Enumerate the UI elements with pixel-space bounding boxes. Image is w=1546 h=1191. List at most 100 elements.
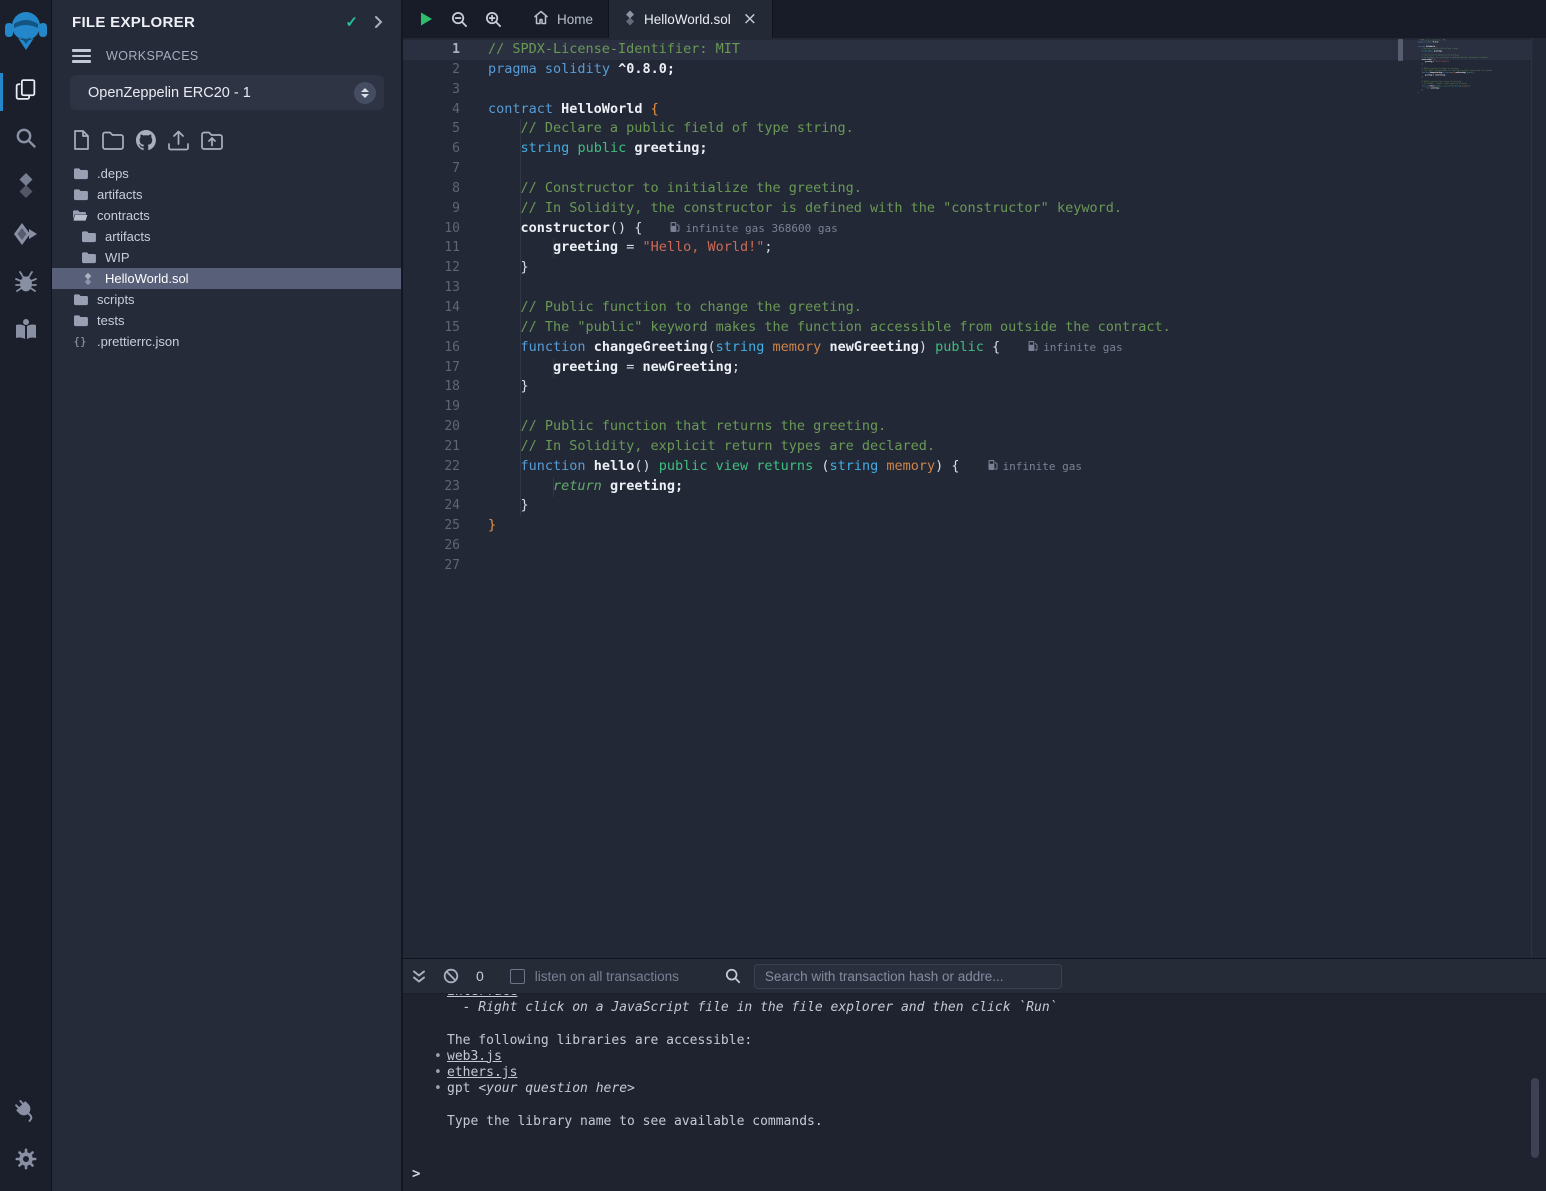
solidity-file-icon bbox=[624, 10, 636, 29]
tree-item-label: WIP bbox=[105, 250, 130, 265]
line-number: 25 bbox=[403, 516, 460, 536]
file-explorer-icon bbox=[13, 77, 38, 107]
line-number: 18 bbox=[403, 377, 460, 397]
code-line: } bbox=[488, 258, 1171, 278]
editor-topbar: Home HelloWorld.sol × bbox=[403, 0, 1546, 38]
terminal-link[interactable]: web3.js bbox=[447, 1049, 502, 1064]
panel-title: FILE EXPLORER bbox=[72, 14, 345, 31]
line-number: 10 bbox=[403, 219, 460, 239]
chevron-right-icon[interactable] bbox=[374, 15, 383, 29]
code-line bbox=[488, 80, 1171, 100]
line-number: 3 bbox=[403, 80, 460, 100]
tree-item--deps[interactable]: .deps bbox=[52, 163, 401, 184]
listen-transactions-checkbox[interactable] bbox=[510, 969, 525, 984]
terminal-line: Type the library name to see available c… bbox=[403, 1114, 1546, 1130]
transaction-count: 0 bbox=[476, 968, 484, 984]
check-icon[interactable]: ✓ bbox=[345, 13, 358, 31]
code-line: greeting = newGreeting; bbox=[488, 358, 1171, 378]
upload-file-icon[interactable] bbox=[167, 130, 190, 151]
sidebar-item-plugin-manager[interactable] bbox=[0, 1089, 52, 1137]
minimap-content: // SPDX-License-Identifier: MITpragma so… bbox=[1418, 39, 1530, 98]
tree-item-artifacts[interactable]: artifacts bbox=[52, 184, 401, 205]
sidebar-item-deploy-run[interactable] bbox=[0, 212, 52, 260]
code-line: function changeGreeting(string memory ne… bbox=[488, 338, 1171, 358]
sidebar-item-solidity-compiler[interactable] bbox=[0, 164, 52, 212]
indent-guide bbox=[553, 358, 554, 378]
line-number: 15 bbox=[403, 318, 460, 338]
tree-item-helloworld-sol[interactable]: HelloWorld.sol bbox=[52, 268, 401, 289]
tree-item-label: artifacts bbox=[105, 229, 151, 244]
zoom-out-icon[interactable] bbox=[451, 11, 468, 28]
tree-item-artifacts[interactable]: artifacts bbox=[52, 226, 401, 247]
terminal-line bbox=[403, 1016, 1546, 1032]
line-number: 12 bbox=[403, 258, 460, 278]
learneth-icon bbox=[13, 317, 39, 348]
remix-logo[interactable] bbox=[4, 7, 48, 58]
clone-github-icon[interactable] bbox=[135, 129, 157, 151]
code-line: // Constructor to initialize the greetin… bbox=[488, 179, 1171, 199]
code-line: return greeting; bbox=[488, 477, 1171, 497]
gas-estimate-widget[interactable]: infinite gas bbox=[988, 460, 1082, 473]
line-number: 4 bbox=[403, 100, 460, 120]
terminal-output: interface - Right click on a JavaScript … bbox=[403, 994, 1546, 1130]
folder-open-icon bbox=[72, 209, 88, 222]
code-line: // The "public" keyword makes the functi… bbox=[488, 318, 1171, 338]
upload-folder-icon[interactable] bbox=[200, 130, 224, 150]
line-number: 17 bbox=[403, 358, 460, 378]
code-line: } bbox=[488, 496, 1171, 516]
run-script-button[interactable] bbox=[418, 11, 434, 27]
tree-item-tests[interactable]: tests bbox=[52, 310, 401, 331]
line-number: 8 bbox=[403, 179, 460, 199]
collapse-terminal-icon[interactable] bbox=[412, 969, 426, 984]
sidebar-item-debugger[interactable] bbox=[0, 260, 52, 308]
gas-estimate-widget[interactable]: infinite gas 368600 gas bbox=[670, 222, 837, 235]
tree-item-contracts[interactable]: contracts bbox=[52, 205, 401, 226]
bullet-icon: • bbox=[434, 1049, 442, 1065]
line-number: 19 bbox=[403, 397, 460, 417]
tab-home[interactable]: Home bbox=[518, 0, 609, 38]
line-number: 13 bbox=[403, 278, 460, 298]
terminal-scrollbar-thumb[interactable] bbox=[1531, 1078, 1539, 1158]
code-line: // Public function that returns the gree… bbox=[488, 417, 1171, 437]
line-number: 14 bbox=[403, 298, 460, 318]
line-number: 9 bbox=[403, 199, 460, 219]
tree-item-label: .prettierrc.json bbox=[97, 334, 179, 349]
sidebar-item-learneth[interactable] bbox=[0, 308, 52, 356]
zoom-in-icon[interactable] bbox=[485, 11, 502, 28]
new-folder-icon[interactable] bbox=[101, 130, 125, 150]
sidebar-item-search[interactable] bbox=[0, 116, 52, 164]
workspace-select[interactable]: OpenZeppelin ERC20 - 1 bbox=[70, 75, 384, 110]
close-tab-icon[interactable]: × bbox=[743, 11, 757, 28]
line-number: 24 bbox=[403, 496, 460, 516]
tree-item-label: .deps bbox=[97, 166, 129, 181]
tree-item-wip[interactable]: WIP bbox=[52, 247, 401, 268]
editor-scrollbar-thumb[interactable] bbox=[1398, 39, 1403, 61]
new-file-icon[interactable] bbox=[72, 129, 91, 151]
search-icon bbox=[14, 126, 38, 155]
editor-area: Home HelloWorld.sol × 123456789101112131… bbox=[403, 0, 1546, 1191]
tree-item-label: artifacts bbox=[97, 187, 143, 202]
sidebar-item-settings[interactable] bbox=[0, 1137, 52, 1185]
solidity-file-icon bbox=[80, 272, 96, 286]
line-number: 23 bbox=[403, 477, 460, 497]
line-number: 27 bbox=[403, 556, 460, 576]
code-line: } bbox=[488, 516, 1171, 536]
terminal-search-input[interactable] bbox=[754, 964, 1062, 989]
terminal-prompt[interactable]: > bbox=[403, 1166, 1546, 1182]
line-number: 21 bbox=[403, 437, 460, 457]
terminal-link[interactable]: ethers.js bbox=[447, 1065, 517, 1080]
terminal-link[interactable]: interface bbox=[447, 994, 517, 999]
minimap[interactable]: // SPDX-License-Identifier: MITpragma so… bbox=[1418, 39, 1530, 958]
folder-icon bbox=[80, 230, 96, 243]
gas-estimate-widget[interactable]: infinite gas bbox=[1028, 341, 1122, 354]
tree-item--prettierrc-json[interactable]: {}.prettierrc.json bbox=[52, 331, 401, 352]
clear-console-icon[interactable] bbox=[443, 968, 459, 984]
code-line: // Declare a public field of type string… bbox=[488, 119, 1171, 139]
terminal: 0 listen on all transactions interface -… bbox=[403, 958, 1546, 1191]
workspaces-menu-icon[interactable] bbox=[72, 49, 91, 63]
sidebar-item-file-explorer[interactable] bbox=[0, 68, 52, 116]
code-editor[interactable]: 1234567891011121314151617181920212223242… bbox=[403, 38, 1546, 958]
file-explorer-panel: FILE EXPLORER ✓ WORKSPACES OpenZeppelin … bbox=[52, 0, 403, 1191]
tab-helloworld-sol[interactable]: HelloWorld.sol × bbox=[609, 0, 773, 38]
tree-item-scripts[interactable]: scripts bbox=[52, 289, 401, 310]
